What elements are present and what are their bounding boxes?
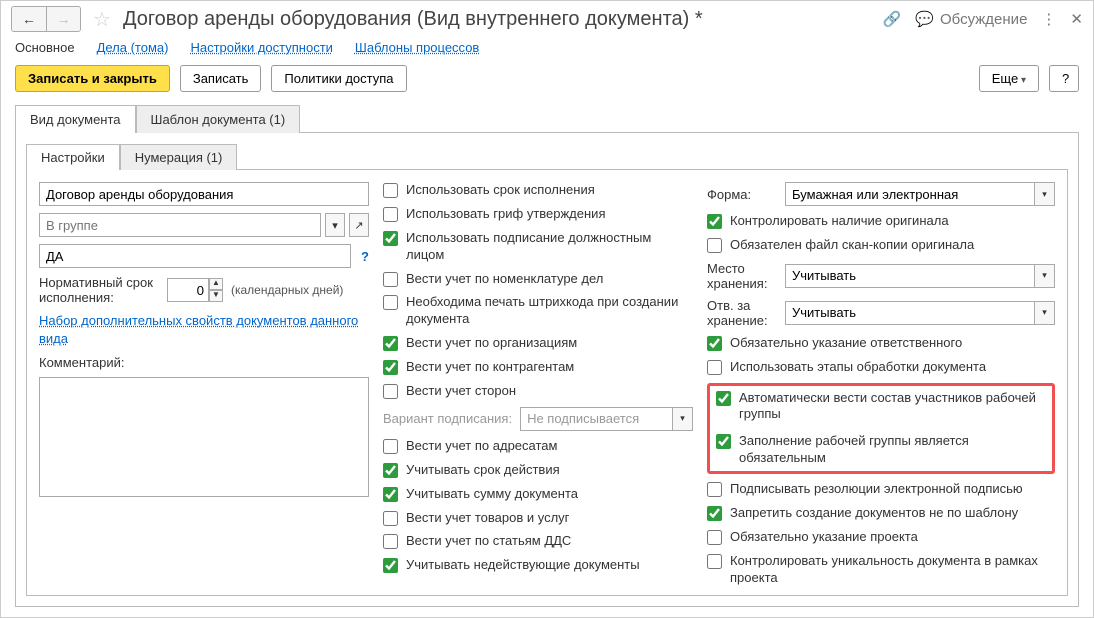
norm-term-input[interactable]: [167, 278, 209, 302]
chk-auto-workgroup[interactable]: [716, 391, 731, 406]
save-close-button[interactable]: Записать и закрыть: [15, 65, 170, 92]
inner-tab-numbering[interactable]: Нумерация (1): [120, 144, 238, 170]
discussion-button[interactable]: 💬 Обсуждение: [915, 10, 1027, 28]
inner-tab-settings[interactable]: Настройки: [26, 144, 120, 170]
page-title: Договор аренды оборудования (Вид внутрен…: [123, 8, 703, 31]
chk-processing-stages[interactable]: [707, 360, 722, 375]
chk-goods-services[interactable]: [383, 511, 398, 526]
chat-icon: 💬: [915, 10, 934, 28]
sign-variant-label: Вариант подписания:: [383, 411, 512, 426]
more-button[interactable]: Еще: [979, 65, 1039, 92]
sign-variant-select: [520, 407, 673, 431]
sign-variant-dropdown: ▾: [673, 407, 693, 431]
norm-spin-up[interactable]: ▲: [209, 278, 223, 290]
chk-barcode-print[interactable]: [383, 295, 398, 310]
norm-term-unit: (календарных дней): [231, 283, 343, 297]
highlight-box: Автоматически вести состав участников ра…: [707, 383, 1055, 475]
form-dropdown[interactable]: ▾: [1035, 182, 1055, 206]
chk-by-counterparties[interactable]: [383, 360, 398, 375]
chk-use-approval-stamp[interactable]: [383, 207, 398, 222]
chk-workgroup-required[interactable]: [716, 434, 731, 449]
name-input[interactable]: [39, 182, 369, 206]
secnav-templates[interactable]: Шаблоны процессов: [355, 40, 479, 55]
tab-doc-template[interactable]: Шаблон документа (1): [136, 105, 301, 133]
group-dropdown-button[interactable]: ▾: [325, 213, 345, 237]
nav-back-button[interactable]: ←: [12, 7, 46, 31]
index-input[interactable]: [39, 244, 351, 268]
chk-document-amount[interactable]: [383, 487, 398, 502]
chk-inactive-docs[interactable]: [383, 558, 398, 573]
resp-select[interactable]: [785, 301, 1035, 325]
close-icon[interactable]: ✕: [1070, 10, 1083, 28]
norm-term-label: Нормативный срок исполнения:: [39, 275, 159, 305]
chk-by-addressees[interactable]: [383, 439, 398, 454]
extra-props-link[interactable]: Набор дополнительных свойств документов …: [39, 312, 369, 348]
save-button[interactable]: Записать: [180, 65, 262, 92]
group-open-button[interactable]: ↗: [349, 213, 369, 237]
form-label: Форма:: [707, 187, 777, 202]
storage-label: Место хранения:: [707, 261, 777, 291]
index-help-icon[interactable]: ?: [355, 249, 369, 264]
chk-use-deadline[interactable]: [383, 183, 398, 198]
help-button[interactable]: ?: [1049, 65, 1079, 92]
link-icon[interactable]: 🔗: [883, 10, 902, 28]
norm-spin-down[interactable]: ▼: [209, 290, 223, 302]
storage-dropdown[interactable]: ▾: [1035, 264, 1055, 288]
secnav-main[interactable]: Основное: [15, 40, 75, 55]
chk-control-original[interactable]: [707, 214, 722, 229]
chk-require-project[interactable]: [707, 530, 722, 545]
tab-doc-type[interactable]: Вид документа: [15, 105, 136, 133]
group-input[interactable]: [39, 213, 321, 237]
favorite-star-icon[interactable]: ☆: [93, 7, 111, 32]
chk-require-responsible[interactable]: [707, 336, 722, 351]
chk-dds-items[interactable]: [383, 534, 398, 549]
resp-label: Отв. за хранение:: [707, 298, 777, 328]
chk-forbid-nontemplate[interactable]: [707, 506, 722, 521]
comment-textarea[interactable]: [39, 377, 369, 497]
chk-require-scan[interactable]: [707, 238, 722, 253]
chk-uniqueness-project[interactable]: [707, 554, 722, 569]
secnav-cases[interactable]: Дела (тома): [97, 40, 169, 55]
chk-validity-period[interactable]: [383, 463, 398, 478]
chk-use-official-signing[interactable]: [383, 231, 398, 246]
form-select[interactable]: [785, 182, 1035, 206]
discussion-label: Обсуждение: [940, 11, 1027, 28]
chk-esign-resolutions[interactable]: [707, 482, 722, 497]
comment-label: Комментарий:: [39, 355, 369, 370]
nav-forward-button[interactable]: →: [46, 7, 80, 31]
secnav-access[interactable]: Настройки доступности: [190, 40, 332, 55]
storage-select[interactable]: [785, 264, 1035, 288]
policies-button[interactable]: Политики доступа: [271, 65, 406, 92]
resp-dropdown[interactable]: ▾: [1035, 301, 1055, 325]
chk-parties[interactable]: [383, 384, 398, 399]
more-menu-icon[interactable]: ⋮: [1041, 10, 1056, 28]
chk-nomenclature[interactable]: [383, 272, 398, 287]
chk-by-organizations[interactable]: [383, 336, 398, 351]
